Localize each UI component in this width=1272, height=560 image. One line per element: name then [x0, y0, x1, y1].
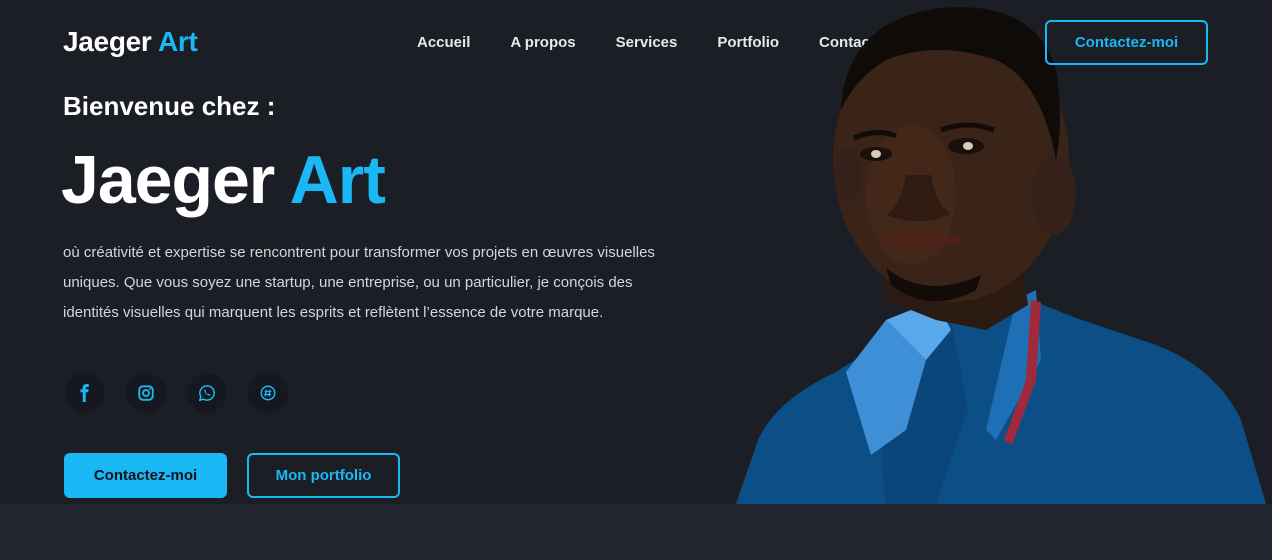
contact-button[interactable]: Contactez-moi: [64, 453, 227, 498]
logo-accent-text: Art: [157, 26, 198, 57]
portfolio-button[interactable]: Mon portfolio: [247, 453, 400, 498]
social-links: [65, 373, 288, 413]
facebook-icon: [80, 384, 89, 402]
threads-icon: [260, 385, 276, 401]
whatsapp-link[interactable]: [187, 373, 227, 413]
hero-title-accent: Art: [289, 142, 386, 218]
facebook-link[interactable]: [65, 373, 105, 413]
hero-title-main: Jaeger: [61, 142, 275, 218]
welcome-heading: Bienvenue chez :: [63, 91, 276, 121]
instagram-icon: [138, 385, 154, 401]
threads-link[interactable]: [248, 373, 288, 413]
nav-item-accueil[interactable]: Accueil: [417, 34, 470, 51]
whatsapp-icon: [198, 385, 215, 402]
nav-item-a-propos[interactable]: A propos: [510, 34, 575, 51]
site-logo[interactable]: Jaeger Art: [63, 26, 198, 58]
next-section-band: [0, 504, 1272, 560]
logo-main-text: Jaeger: [63, 26, 152, 57]
nav-item-services[interactable]: Services: [616, 34, 678, 51]
instagram-link[interactable]: [126, 373, 166, 413]
portrait-photo: [736, 7, 1266, 504]
intro-paragraph: où créativité et expertise se rencontren…: [63, 244, 655, 321]
hero-section: Jaeger Art Accueil A propos Services Por…: [0, 0, 1272, 504]
hero-title: Jaeger Art: [61, 140, 386, 220]
header-contact-button[interactable]: Contactez-moi: [1045, 20, 1208, 65]
